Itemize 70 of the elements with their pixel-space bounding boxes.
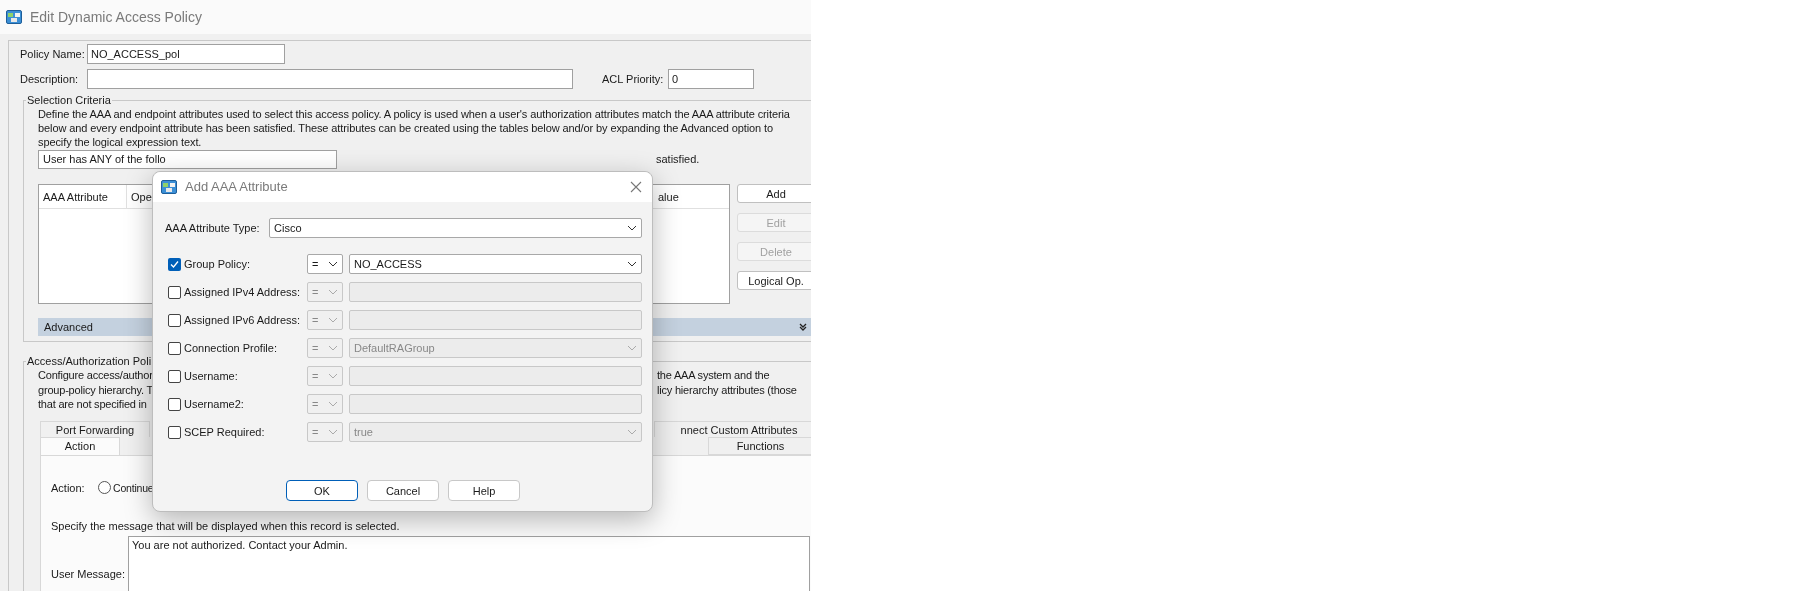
condition-text: satisfied. [656, 152, 700, 166]
value-field[interactable] [349, 366, 642, 386]
dialog-button[interactable]: Help [448, 480, 520, 501]
chevron-down-icon [328, 317, 338, 323]
checkbox[interactable] [168, 425, 181, 439]
section-title: Access/Authorization Poli [26, 354, 153, 368]
column-header: AAA Attribute [39, 185, 127, 208]
tab[interactable]: Port Forwarding [40, 420, 150, 437]
dialog-button[interactable]: OK [286, 480, 358, 501]
radio-label: Continue [113, 480, 154, 495]
dialog-button[interactable]: Cancel [367, 480, 439, 501]
checkbox[interactable] [168, 369, 181, 383]
chevron-down-icon [328, 345, 338, 351]
description-text: Configure access/author [38, 368, 153, 383]
chevron-down-icon [328, 373, 338, 379]
field-label: Description: [20, 72, 80, 86]
field-label: Policy Name: [20, 47, 86, 61]
window-title: Edit Dynamic Access Policy [30, 10, 202, 24]
table-action-button[interactable]: Logical Op. [737, 271, 811, 290]
chevron-down-icon [627, 345, 637, 351]
app-icon [161, 179, 177, 195]
description-text: the AAA system and the [657, 368, 771, 383]
field-label: Group Policy: [184, 257, 252, 271]
value-field[interactable] [349, 394, 642, 414]
checkbox[interactable] [168, 341, 181, 355]
value-dropdown[interactable]: NO_ACCESS [349, 254, 642, 274]
app-icon [6, 9, 22, 25]
value-field[interactable] [349, 282, 642, 302]
field-label: Username: [184, 369, 239, 383]
checkbox[interactable] [168, 313, 181, 327]
chevron-down-icon [627, 261, 637, 267]
match-dropdown[interactable]: User has ANY of the follo [38, 150, 337, 169]
description-text: licy hierarchy attributes (those [657, 382, 798, 397]
field-label: Username2: [184, 397, 245, 411]
field-label: Action: [51, 480, 86, 495]
policy-name-field[interactable]: NO_ACCESS_pol [87, 44, 285, 64]
column-header: alue [657, 190, 680, 205]
operator-dropdown[interactable]: = [307, 254, 343, 274]
field-label: User Message: [51, 566, 126, 582]
dialog-title: Add AAA Attribute [185, 180, 289, 194]
chevron-down-icon [328, 289, 338, 295]
description-field[interactable] [87, 69, 573, 89]
description-text: that are not specified in [38, 397, 147, 412]
field-label: SCEP Required: [184, 425, 266, 439]
user-message-field[interactable]: You are not authorized. Contact your Admin. [128, 535, 810, 591]
chevron-down-icon [328, 401, 338, 407]
checkbox[interactable] [168, 397, 181, 411]
field-label: Connection Profile: [184, 341, 278, 355]
checkbox[interactable] [168, 285, 181, 299]
chevron-down-icon [328, 429, 338, 435]
chevron-down-icon [627, 225, 637, 231]
table-action-button[interactable]: Add [737, 184, 811, 203]
double-chevron-icon [799, 323, 807, 331]
radio-button[interactable] [98, 481, 111, 494]
chevron-down-icon [328, 261, 338, 267]
close-icon[interactable] [630, 181, 642, 193]
hint-text: Specify the message that will be displayed when this record is selected. [51, 518, 401, 533]
checkbox[interactable] [168, 257, 181, 271]
field-label: Assigned IPv6 Address: [184, 313, 302, 327]
acl-priority-field[interactable]: 0 [668, 69, 754, 89]
field-label: Assigned IPv4 Address: [184, 285, 302, 299]
field-label: AAA Attribute Type: [165, 221, 261, 235]
attribute-type-dropdown[interactable]: Cisco [269, 218, 642, 238]
value-field[interactable] [349, 310, 642, 330]
column-header: Ope [130, 190, 153, 205]
tab[interactable]: nnect Custom Attributes [654, 420, 811, 437]
field-label: ACL Priority: [602, 72, 665, 86]
description-text: Define the AAA and endpoint attributes used to select this access policy. A policy is used when a user's authorization attributes match the AAA attribute criteria below and every endpoint attribute has been satisfied. These attributes can be created using the tables below and/or by expanding the Advanced option to specify the logical expression text. [38, 107, 791, 149]
section-title: Selection Criteria [26, 93, 112, 107]
chevron-down-icon [627, 429, 637, 435]
